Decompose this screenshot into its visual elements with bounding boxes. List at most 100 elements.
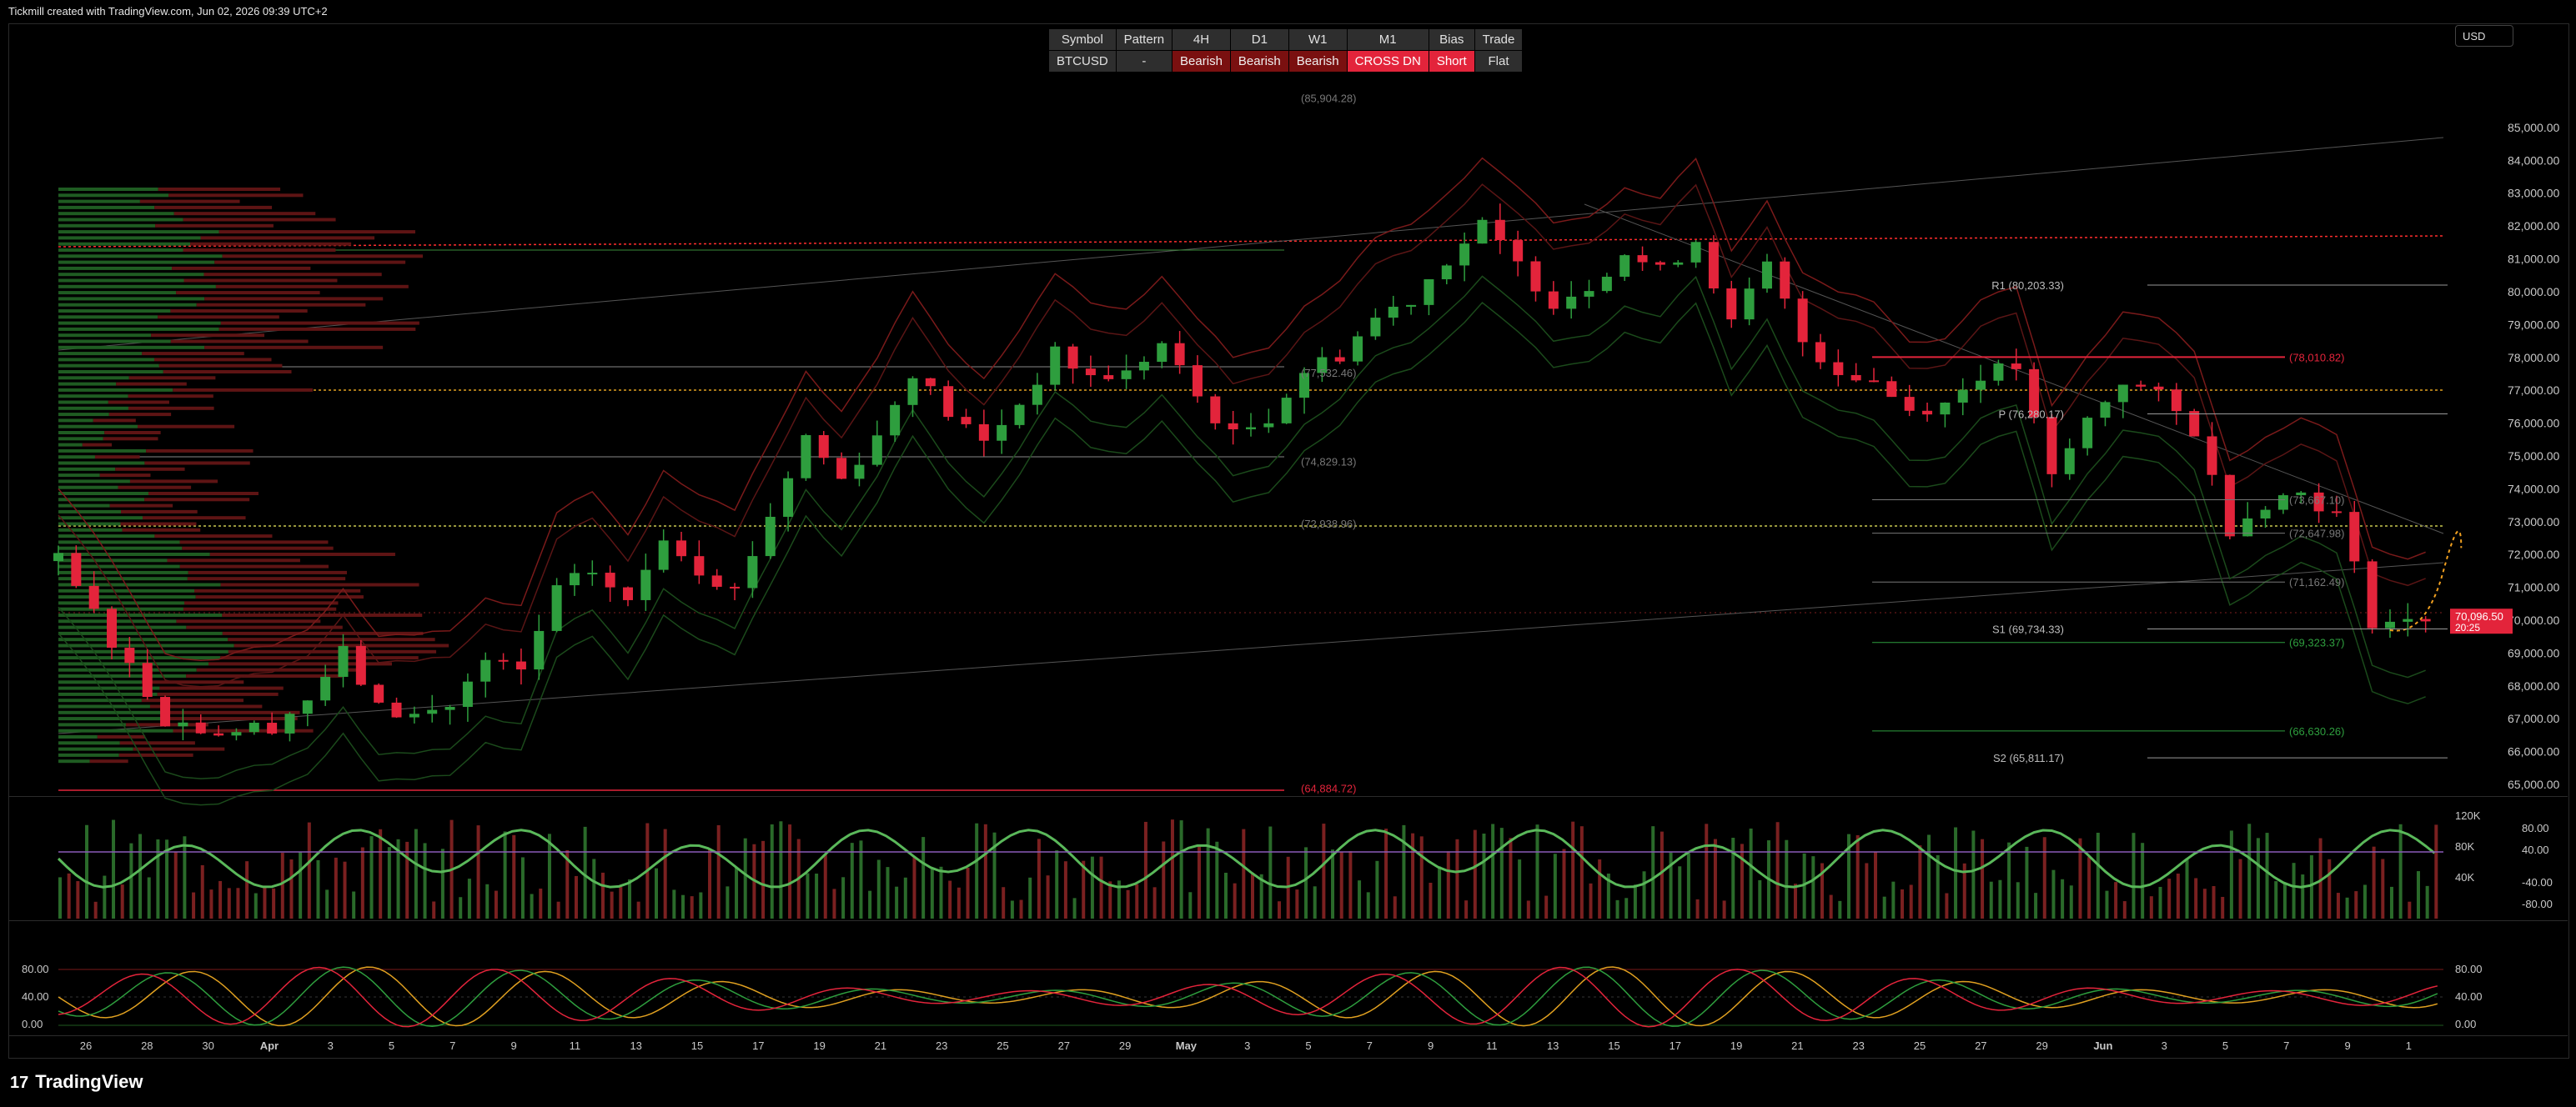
- volume-profile-bar: [58, 291, 177, 295]
- volume-profile-bar: [58, 236, 201, 240]
- volume-bar: [103, 875, 107, 919]
- volume-profile-bar: [58, 418, 93, 423]
- volume-bar: [850, 843, 854, 919]
- volume-bar: [1322, 824, 1326, 919]
- volume-bar: [1295, 889, 1299, 919]
- volume-bar: [1509, 838, 1513, 919]
- candle-body: [1513, 240, 1524, 262]
- candle-body: [605, 573, 615, 588]
- price-chart[interactable]: R1 (80,203.33) (78,010.82) P (76,280.17) (7…: [0, 0, 2576, 1107]
- volume-profile-bar: [158, 188, 281, 191]
- time-axis-tick: 26: [80, 1039, 92, 1052]
- volume-profile-bar: [58, 607, 183, 611]
- volume-profile-bar: [58, 431, 105, 434]
- candle-body: [2277, 495, 2288, 510]
- volume-bar: [2105, 890, 2109, 919]
- volume-bar: [2247, 824, 2252, 919]
- pivot-label: (72,647.98): [2289, 528, 2345, 540]
- volume-bar: [307, 822, 311, 919]
- candle-body: [1228, 423, 1238, 430]
- volume-bar: [405, 841, 409, 919]
- volume-bar: [289, 859, 294, 919]
- volume-bar: [1642, 871, 1646, 919]
- volume-bar: [2114, 882, 2118, 919]
- candle-body: [1370, 318, 1381, 337]
- volume-profile-bar: [133, 747, 225, 751]
- tradingview-logo[interactable]: 17 TradingView: [10, 1071, 143, 1093]
- volume-bar: [1874, 852, 1878, 919]
- candle-body: [1708, 242, 1719, 288]
- volume-profile-bar: [220, 656, 419, 660]
- volume-bar: [280, 853, 284, 919]
- volume-profile-bar: [58, 205, 155, 209]
- volume-bar: [1722, 900, 1726, 919]
- volume-profile-bar: [104, 431, 161, 434]
- volume-profile-bar: [82, 443, 113, 447]
- candle-body: [658, 540, 669, 570]
- volume-bar: [1971, 830, 1976, 919]
- volume-bar: [2309, 855, 2313, 919]
- volume-bar: [1348, 851, 1353, 919]
- volume-profile-bar: [179, 564, 329, 569]
- volume-profile-bar: [196, 303, 366, 307]
- volume-profile-bar: [148, 492, 259, 495]
- volume-bar: [2034, 893, 2038, 919]
- volume-bar: [1936, 854, 1940, 919]
- volume-bar: [1749, 828, 1753, 919]
- volume-profile-bar: [58, 363, 159, 368]
- volume-bar: [156, 839, 160, 919]
- volume-bar: [912, 857, 916, 919]
- volume-profile-bar: [58, 284, 216, 288]
- volume-bar: [1838, 900, 1842, 919]
- time-axis-tick: 25: [1914, 1039, 1926, 1052]
- volume-profile-bar: [203, 273, 382, 277]
- candle-body: [1993, 363, 2004, 381]
- volume-profile-bar: [58, 400, 108, 404]
- panel-divider: [8, 1035, 2568, 1036]
- volume-bar: [1901, 889, 1905, 919]
- volume-bar: [1135, 884, 1139, 919]
- volume-bar: [948, 880, 952, 919]
- volume-bar: [726, 886, 730, 919]
- volume-bar: [708, 848, 712, 919]
- volume-profile-bar: [58, 212, 174, 216]
- volume-profile-bar: [58, 631, 223, 635]
- volume-bar: [779, 821, 783, 919]
- price-axis-tick: 70,000.00: [2508, 614, 2559, 627]
- volume-bar: [1251, 872, 1254, 919]
- volume-profile-bar: [183, 601, 339, 605]
- volume-profile-bar: [179, 540, 329, 544]
- stoch-axis-tick: 80.00: [2455, 963, 2483, 975]
- candle-body: [355, 645, 366, 685]
- volume-profile-bar: [58, 455, 95, 459]
- candle-body: [1619, 255, 1630, 277]
- volume-bar: [272, 888, 276, 919]
- volume-profile-bar: [93, 418, 136, 423]
- time-axis-tick: 7: [2283, 1039, 2289, 1052]
- candle-body: [1459, 243, 1470, 266]
- candle-body: [1032, 384, 1042, 405]
- panel-divider: [8, 920, 2568, 921]
- candle-body: [53, 553, 63, 562]
- volume-bar: [1499, 828, 1504, 919]
- volume-bar: [1553, 854, 1557, 919]
- candle-body: [730, 586, 741, 589]
- volume-bar: [93, 901, 98, 919]
- volume-bar: [512, 834, 516, 919]
- candle-body: [622, 587, 633, 600]
- candle-body: [1263, 423, 1274, 428]
- candle-body: [1494, 219, 1505, 241]
- volume-bar: [2158, 886, 2162, 919]
- volume-profile-bar: [58, 649, 228, 654]
- candle-body: [1922, 410, 1933, 415]
- volume-bar: [1518, 859, 1522, 919]
- volume-bar: [1046, 875, 1050, 919]
- volume-bar: [1562, 849, 1566, 919]
- candle-body: [480, 659, 491, 682]
- stoch-axis-tick-left: 40.00: [22, 990, 49, 1003]
- volume-bar: [921, 837, 926, 919]
- volume-profile-bar: [58, 595, 196, 599]
- time-axis-tick: 29: [2036, 1039, 2047, 1052]
- volume-bar: [1082, 860, 1086, 919]
- volume-profile-bar: [58, 534, 155, 538]
